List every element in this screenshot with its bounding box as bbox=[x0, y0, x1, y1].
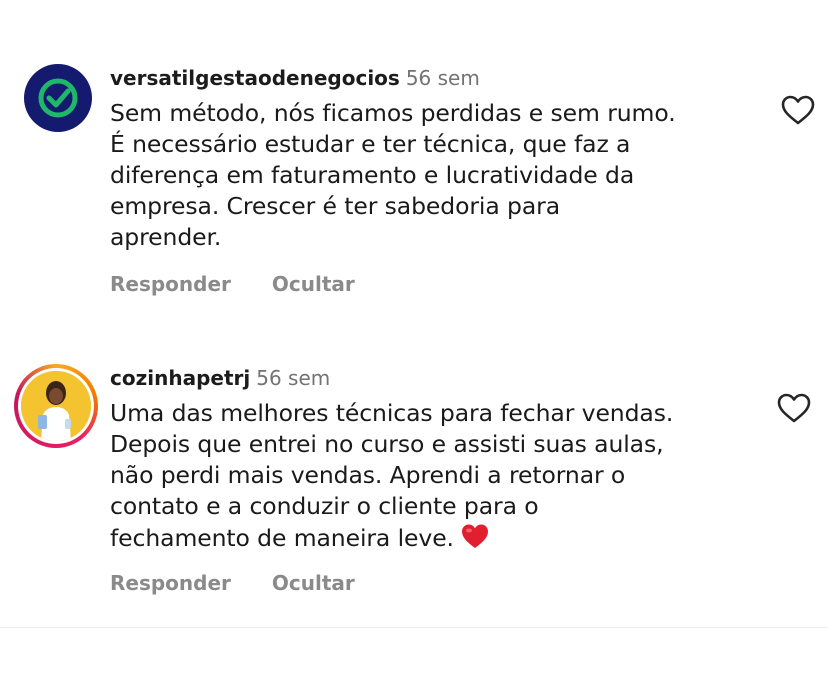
heart-outline-icon[interactable] bbox=[780, 94, 816, 126]
timestamp: 56 sem bbox=[256, 366, 331, 390]
avatar[interactable] bbox=[24, 64, 92, 132]
divider bbox=[0, 627, 828, 628]
comment-line: diferença em faturamento e lucratividade… bbox=[110, 161, 635, 189]
reply-button[interactable]: Responder bbox=[110, 571, 231, 595]
comment-line: Sem método, nós ficamos perdidas e sem r… bbox=[110, 99, 676, 127]
hide-button[interactable]: Ocultar bbox=[272, 272, 355, 296]
comment-text: Uma das melhores técnicas para fechar ve… bbox=[110, 398, 760, 554]
comment-actions: Responder Ocultar bbox=[110, 272, 355, 296]
comment-header: versatilgestaodenegocios 56 sem bbox=[110, 66, 480, 90]
avatar-photo bbox=[21, 371, 91, 441]
red-heart-emoji-icon bbox=[461, 524, 488, 548]
comment-line: Uma das melhores técnicas para fechar ve… bbox=[110, 399, 674, 427]
comment-header: cozinhapetrj 56 sem bbox=[110, 366, 330, 390]
profile-photo-icon bbox=[21, 371, 91, 441]
check-badge-icon bbox=[38, 78, 78, 118]
comment-text: Sem método, nós ficamos perdidas e sem r… bbox=[110, 98, 760, 253]
comment-line-with-emoji: fechamento de maneira leve. bbox=[110, 522, 760, 554]
comment-line: não perdi mais vendas. Aprendi a retorna… bbox=[110, 461, 626, 489]
avatar-ring-gap bbox=[18, 368, 94, 444]
comment-line: contato e a conduzir o cliente para o bbox=[110, 492, 539, 520]
comment-line: Depois que entrei no curso e assisti sua… bbox=[110, 430, 664, 458]
hide-button[interactable]: Ocultar bbox=[272, 571, 355, 595]
timestamp: 56 sem bbox=[405, 66, 480, 90]
comment-line: É necessário estudar e ter técnica, que … bbox=[110, 130, 631, 158]
username[interactable]: versatilgestaodenegocios bbox=[110, 66, 400, 90]
comment-line: fechamento de maneira leve. bbox=[110, 524, 454, 552]
comment-actions: Responder Ocultar bbox=[110, 571, 355, 595]
comment-line: aprender. bbox=[110, 223, 222, 251]
avatar[interactable] bbox=[14, 364, 98, 448]
username[interactable]: cozinhapetrj bbox=[110, 366, 250, 390]
heart-outline-icon[interactable] bbox=[776, 392, 812, 424]
reply-button[interactable]: Responder bbox=[110, 272, 231, 296]
comment-line: empresa. Crescer é ter sabedoria para bbox=[110, 192, 561, 220]
